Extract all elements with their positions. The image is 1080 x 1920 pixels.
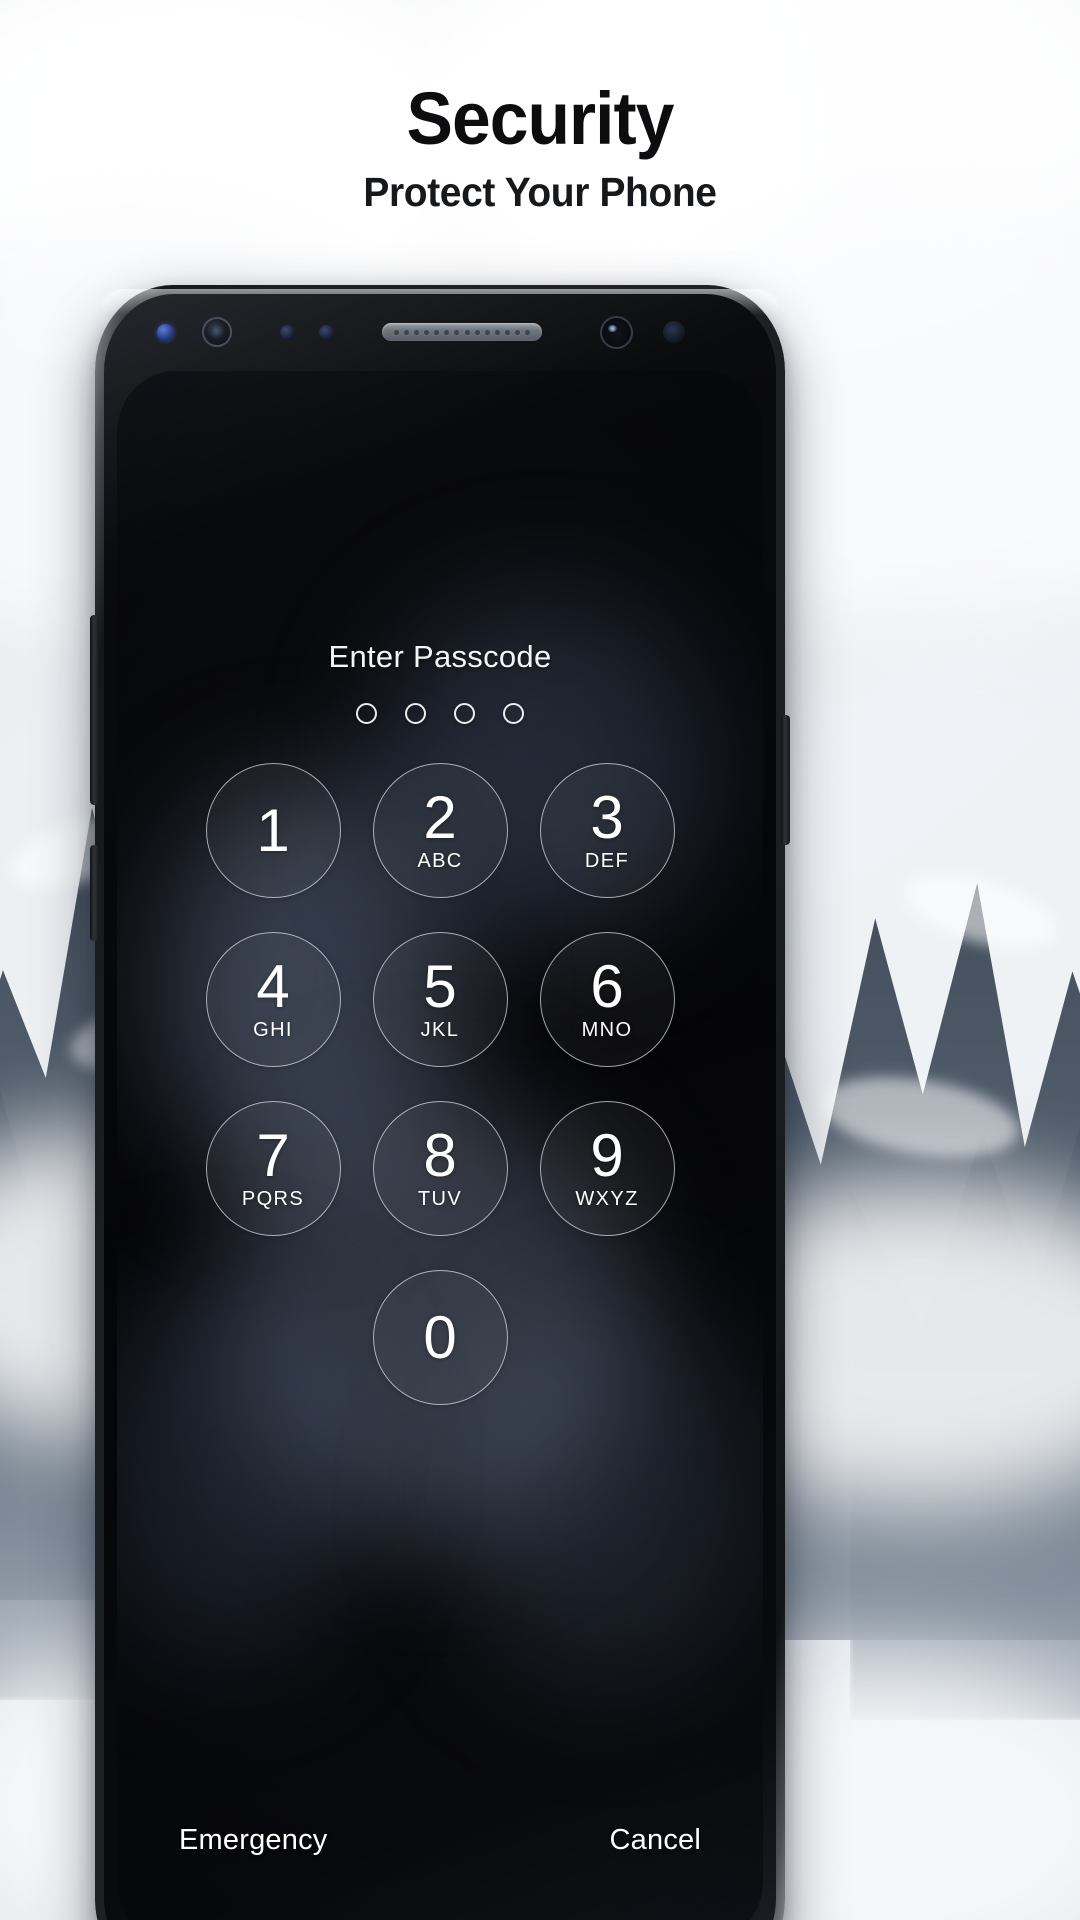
phone-screen: Enter Passcode 1 2 ABC 3 DEF 4 GHI 5 JKL… — [117, 371, 763, 1920]
passcode-dots — [117, 703, 763, 724]
front-camera-icon — [600, 315, 633, 349]
keypad-digit: 4 — [256, 952, 290, 1020]
passcode-prompt: Enter Passcode — [328, 639, 552, 674]
keypad-letters: TUV — [417, 1187, 463, 1210]
page-subtitle: Protect Your Phone — [363, 169, 717, 215]
keypad-key-1[interactable]: 1 — [205, 763, 341, 898]
keypad-letters: MNO — [581, 1018, 633, 1041]
cancel-button[interactable]: Cancel — [610, 1824, 701, 1857]
keypad-letters: PQRS — [241, 1187, 305, 1210]
phone-mockup: Enter Passcode 1 2 ABC 3 DEF 4 GHI 5 JKL… — [90, 285, 790, 1920]
status-led-icon — [157, 323, 174, 341]
keypad-digit: 2 — [423, 783, 457, 851]
keypad-key-4[interactable]: 4 GHI — [205, 932, 341, 1067]
keypad-digit: 0 — [423, 1303, 457, 1371]
light-sensor-icon — [319, 324, 334, 340]
proximity-sensor-icon — [280, 324, 295, 340]
emergency-button[interactable]: Emergency — [179, 1824, 327, 1857]
keypad-digit: 5 — [423, 952, 457, 1020]
passcode-dot — [454, 703, 475, 724]
keypad-key-2[interactable]: 2 ABC — [372, 763, 508, 898]
keypad-digit: 6 — [590, 952, 624, 1020]
keypad-last-row: 0 — [205, 1270, 675, 1405]
keypad-key-0[interactable]: 0 — [372, 1270, 508, 1405]
bixby-button[interactable] — [90, 845, 99, 941]
keypad-key-8[interactable]: 8 TUV — [372, 1101, 508, 1236]
sensor-cluster — [117, 299, 763, 365]
keypad-key-7[interactable]: 7 PQRS — [205, 1101, 341, 1236]
passcode-dot — [356, 703, 377, 724]
keypad-letters: DEF — [584, 849, 630, 872]
keypad-key-6[interactable]: 6 MNO — [539, 932, 675, 1067]
passcode-keypad: 1 2 ABC 3 DEF 4 GHI 5 JKL 6 MNO 7 PQRS 8… — [205, 763, 675, 1405]
passcode-dot — [405, 703, 426, 724]
power-button[interactable] — [781, 715, 790, 845]
lock-screen: Enter Passcode 1 2 ABC 3 DEF 4 GHI 5 JKL… — [117, 371, 763, 1920]
keypad-letters: GHI — [253, 1018, 293, 1041]
keypad-digit: 3 — [590, 783, 624, 851]
keypad-letters: WXYZ — [575, 1187, 639, 1210]
keypad-key-9[interactable]: 9 WXYZ — [539, 1101, 675, 1236]
face-sensor-icon — [663, 321, 685, 343]
iris-scanner-icon — [202, 317, 232, 347]
keypad-digit: 9 — [590, 1121, 624, 1189]
app-store-screenshot: Security Protect Your Phone Enter Passco… — [0, 0, 1080, 1920]
earpiece-speaker-icon — [382, 323, 542, 341]
keypad-digit: 1 — [256, 796, 290, 864]
keypad-digit: 8 — [423, 1121, 457, 1189]
keypad-letters: ABC — [417, 849, 463, 872]
volume-button[interactable] — [90, 615, 99, 805]
headline-block: Security Protect Your Phone — [0, 78, 1080, 218]
lock-screen-actions: Emergency Cancel — [117, 1824, 763, 1857]
keypad-digit: 7 — [256, 1121, 290, 1189]
keypad-key-5[interactable]: 5 JKL — [372, 932, 508, 1067]
keypad-key-3[interactable]: 3 DEF — [539, 763, 675, 898]
keypad-letters: JKL — [420, 1018, 460, 1041]
page-title: Security — [406, 77, 675, 160]
passcode-dot — [503, 703, 524, 724]
iris-scanner-lens — [210, 325, 224, 339]
